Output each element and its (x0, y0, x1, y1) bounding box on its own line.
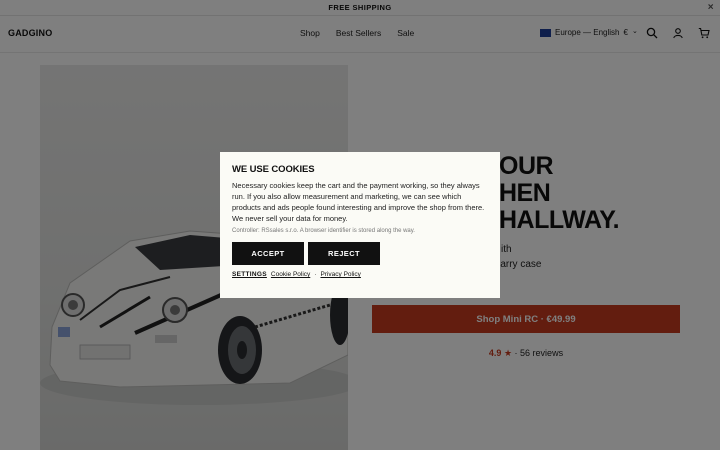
accept-button[interactable]: ACCEPT (232, 242, 304, 265)
privacy-policy-link[interactable]: Privacy Policy (320, 271, 360, 278)
cookie-fine-print: Controller: RSsales s.r.o. A browser ide… (232, 228, 415, 234)
cookie-title: WE USE COOKIES (232, 164, 315, 175)
reject-button[interactable]: REJECT (308, 242, 380, 265)
settings-link[interactable]: SETTINGS (232, 271, 267, 278)
link-separator: · (314, 271, 317, 278)
cookie-buttons: ACCEPT REJECT (232, 242, 488, 265)
cookie-links: SETTINGS Cookie Policy · Privacy Policy (232, 271, 488, 278)
cookie-policy-link[interactable]: Cookie Policy (271, 271, 310, 278)
cookie-description: Necessary cookies keep the cart and the … (232, 181, 485, 223)
cookie-consent-dialog: WE USE COOKIES Necessary cookies keep th… (220, 152, 500, 298)
